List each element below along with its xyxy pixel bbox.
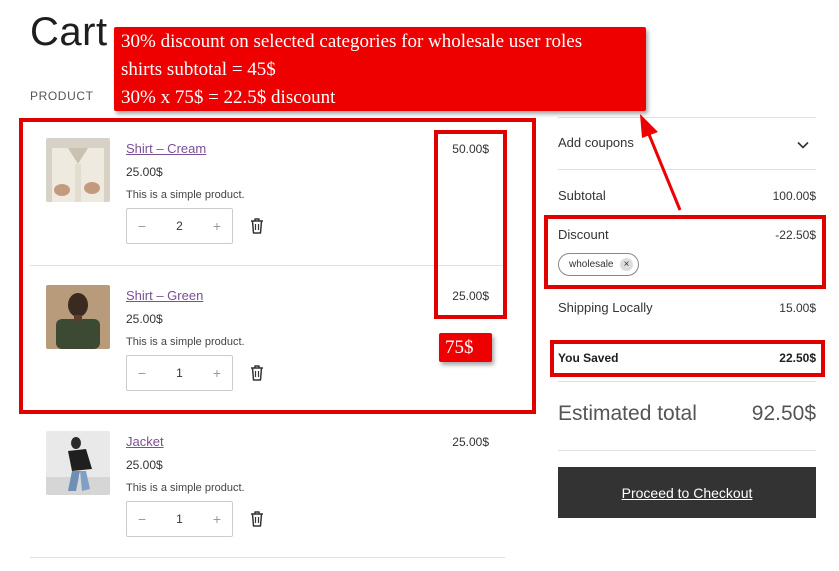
proceed-to-checkout-button[interactable]: Proceed to Checkout bbox=[558, 467, 816, 518]
shirts-total-tag: 75$ bbox=[439, 333, 492, 362]
qty-decrease-button[interactable]: − bbox=[127, 511, 157, 527]
line-total: 25.00$ bbox=[452, 435, 489, 449]
product-column-header: PRODUCT bbox=[30, 89, 94, 103]
highlight-discount-row bbox=[544, 215, 826, 289]
shipping-value: 15.00$ bbox=[779, 301, 816, 315]
add-coupons-toggle[interactable]: Add coupons bbox=[558, 135, 634, 150]
totals-divider bbox=[558, 381, 816, 382]
chevron-down-icon[interactable] bbox=[797, 136, 809, 154]
callout-line-2: shirts subtotal = 45$ bbox=[121, 59, 276, 80]
estimated-total-value: 92.50$ bbox=[751, 402, 816, 425]
product-description: This is a simple product. bbox=[126, 482, 245, 494]
cart-item-jacket: Jacket 25.00$ This is a simple product. … bbox=[30, 431, 505, 551]
unit-price: 25.00$ bbox=[126, 458, 163, 472]
item-divider bbox=[30, 557, 505, 558]
annotation-arrow-icon bbox=[630, 110, 690, 220]
highlight-you-saved-row bbox=[550, 340, 825, 377]
totals-divider bbox=[558, 450, 816, 451]
shipping-label: Shipping Locally bbox=[558, 300, 653, 315]
product-image-jacket[interactable] bbox=[46, 431, 110, 495]
subtotal-label: Subtotal bbox=[558, 188, 606, 203]
discount-explanation-callout: 30% discount on selected categories for … bbox=[114, 27, 646, 111]
highlight-shirt-totals bbox=[434, 130, 507, 319]
qty-value[interactable]: 1 bbox=[157, 512, 202, 526]
estimated-total-label: Estimated total bbox=[558, 402, 697, 425]
trash-icon[interactable] bbox=[249, 510, 265, 528]
callout-line-3: 30% x 75$ = 22.5$ discount bbox=[121, 87, 336, 108]
page-title: Cart bbox=[30, 10, 108, 54]
product-link[interactable]: Jacket bbox=[126, 434, 164, 449]
qty-increase-button[interactable]: + bbox=[202, 511, 232, 527]
callout-line-1: 30% discount on selected categories for … bbox=[121, 31, 583, 52]
quantity-stepper: − 1 + bbox=[126, 501, 233, 537]
subtotal-value: 100.00$ bbox=[772, 189, 816, 203]
